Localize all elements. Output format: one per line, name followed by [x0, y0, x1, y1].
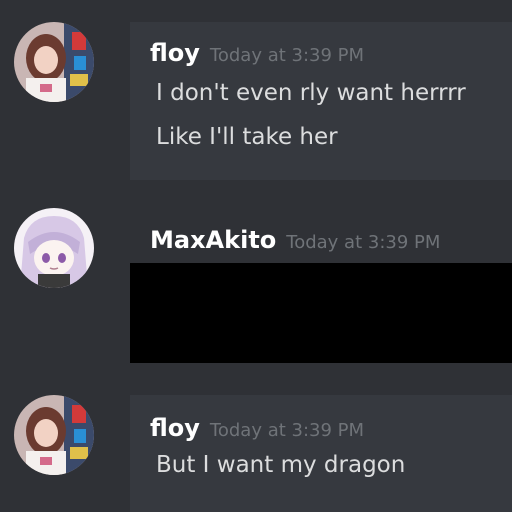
message-body: floy Today at 3:39 PM I don't even rly wa…: [130, 22, 512, 180]
user-avatar-image: [14, 395, 94, 475]
message-header: MaxAkito Today at 3:39 PM: [150, 226, 440, 254]
user-avatar-image: [14, 22, 94, 102]
username[interactable]: floy: [150, 39, 200, 67]
message-header: floy Today at 3:39 PM: [150, 414, 364, 442]
chat-messages: floy Today at 3:39 PM I don't even rly wa…: [0, 0, 512, 512]
avatar[interactable]: [14, 22, 94, 102]
username[interactable]: MaxAkito: [150, 226, 276, 254]
timestamp: Today at 3:39 PM: [286, 232, 441, 253]
user-avatar-image: [14, 208, 94, 288]
message-text: Like I'll take her: [156, 124, 338, 150]
message-group: floy Today at 3:39 PM But I want my drago…: [0, 380, 512, 512]
avatar[interactable]: [14, 395, 94, 475]
message-header: floy Today at 3:39 PM: [150, 39, 364, 67]
timestamp: Today at 3:39 PM: [209, 45, 365, 66]
message-text: But I want my dragon: [156, 452, 406, 478]
timestamp: Today at 3:39 PM: [209, 420, 365, 441]
redacted-message-block: [130, 263, 512, 363]
avatar[interactable]: [14, 208, 94, 288]
message-group: floy Today at 3:39 PM I don't even rly wa…: [0, 0, 512, 190]
message-body: floy Today at 3:39 PM But I want my drago…: [130, 395, 512, 512]
username[interactable]: floy: [150, 414, 200, 442]
message-text: I don't even rly want herrrr: [156, 80, 466, 106]
